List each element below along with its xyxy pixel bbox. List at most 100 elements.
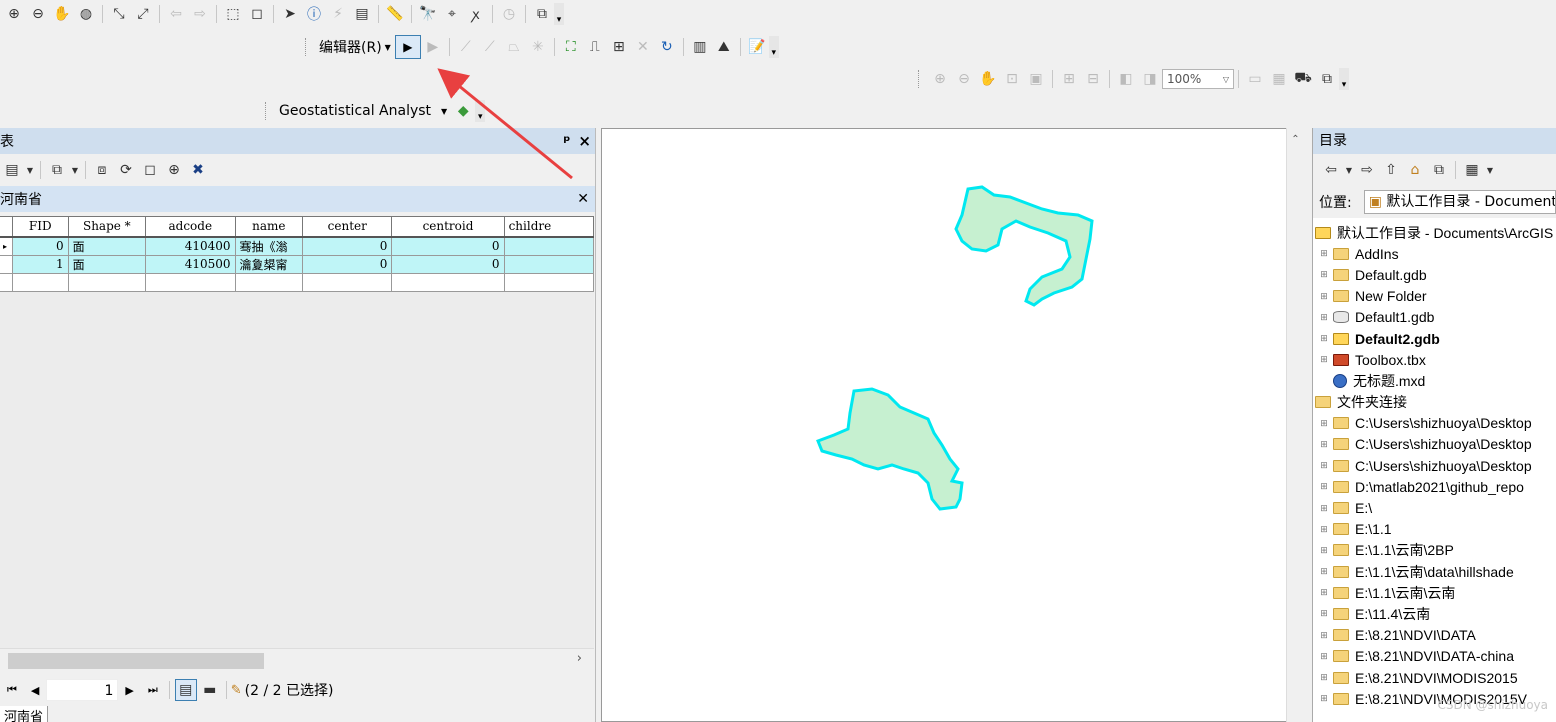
cell[interactable]: [11, 272, 69, 292]
cell-name[interactable]: 骞抽《滃: [234, 236, 304, 256]
expand-icon[interactable]: ⊞: [1319, 333, 1329, 344]
scrollbar-thumb[interactable]: [8, 653, 264, 669]
expand-icon[interactable]: ⊞: [1319, 524, 1329, 535]
expand-icon[interactable]: ⊞: [1319, 630, 1329, 641]
toolbar-grip[interactable]: [305, 38, 309, 56]
cell-children[interactable]: [503, 254, 594, 274]
back-icon[interactable]: ⇦: [1320, 159, 1342, 181]
select-features-icon[interactable]: ⬚: [222, 3, 244, 25]
table-tab-header[interactable]: 河南省 ✕: [0, 186, 595, 212]
create-features-icon[interactable]: 📝: [746, 36, 768, 58]
tree-item[interactable]: ⊞ C:\Users\shizhuoya\Desktop: [1313, 434, 1556, 455]
full-extent-icon[interactable]: ◍: [75, 3, 97, 25]
toggle-draft-mode-icon[interactable]: ▭: [1244, 68, 1266, 90]
clear-selection-icon[interactable]: ◻: [246, 3, 268, 25]
cell[interactable]: [302, 272, 393, 292]
layout-zoom-in-icon[interactable]: ⊕: [929, 68, 951, 90]
close-tab-icon[interactable]: ✕: [577, 191, 589, 207]
cell[interactable]: [234, 272, 304, 292]
column-header[interactable]: center: [302, 216, 393, 238]
row-selector[interactable]: [0, 272, 13, 292]
find-icon[interactable]: 🔭: [417, 3, 439, 25]
expand-icon[interactable]: ⊞: [1319, 291, 1329, 302]
measure-icon[interactable]: 📏: [384, 3, 406, 25]
toolbar-options-icon[interactable]: ▾: [475, 100, 486, 122]
straight-segment-icon[interactable]: ⟋: [455, 36, 477, 58]
tree-item[interactable]: ⊞ E:\1.1: [1313, 519, 1556, 540]
pan-icon[interactable]: ✋: [51, 3, 73, 25]
chevron-down-icon[interactable]: ▼: [70, 159, 80, 181]
focus-data-frame-icon[interactable]: ▦: [1268, 68, 1290, 90]
expand-icon[interactable]: ⊞: [1319, 248, 1329, 259]
expand-icon[interactable]: ⊞: [1319, 651, 1329, 662]
sketch-properties-icon[interactable]: ⛰: [713, 36, 735, 58]
column-header[interactable]: Shape *: [67, 216, 147, 238]
go-to-xy-icon[interactable]: ꭗ: [465, 3, 487, 25]
tree-item-home[interactable]: 默认工作目录 - Documents\ArcGIS: [1313, 222, 1556, 243]
cell-centroid[interactable]: 0: [391, 236, 505, 256]
end-point-arc-icon[interactable]: ⟋: [479, 36, 501, 58]
tree-item[interactable]: ⊞ New Folder: [1313, 286, 1556, 307]
tree-item[interactable]: ⊞ E:\: [1313, 497, 1556, 518]
back-extent-icon[interactable]: ◧: [1115, 68, 1137, 90]
related-tables-icon[interactable]: ⧉: [46, 159, 68, 181]
layout-pan-icon[interactable]: ✋: [977, 68, 999, 90]
time-slider-icon[interactable]: ◷: [498, 3, 520, 25]
split-icon[interactable]: ✕: [632, 36, 654, 58]
close-icon[interactable]: ×: [578, 132, 591, 150]
cell-center[interactable]: 0: [302, 254, 393, 274]
cell[interactable]: [503, 272, 594, 292]
cell-shape[interactable]: 面: [67, 236, 147, 256]
tree-item-folder-connections[interactable]: 文件夹连接: [1313, 392, 1556, 413]
zoom-100-icon[interactable]: ▣: [1025, 68, 1047, 90]
expand-icon[interactable]: ⊞: [1319, 312, 1329, 323]
zoom-level-select[interactable]: 100% ▽: [1162, 69, 1234, 89]
cell-adcode[interactable]: 410500: [145, 254, 236, 274]
expand-icon[interactable]: ⊞: [1319, 418, 1329, 429]
views-icon[interactable]: ▦: [1461, 159, 1483, 181]
expand-icon[interactable]: ⊞: [1319, 503, 1329, 514]
switch-selection-icon[interactable]: ⟳: [115, 159, 137, 181]
map-vertical-scrollbar[interactable]: ⌃: [1286, 128, 1304, 722]
geostatistical-analyst-menu[interactable]: Geostatistical Analyst ▼: [275, 103, 451, 119]
zoom-in-icon[interactable]: ⊕: [3, 3, 25, 25]
zoom-whole-page-icon[interactable]: ⊡: [1001, 68, 1023, 90]
row-selector[interactable]: [0, 254, 13, 274]
toolbar-grip[interactable]: [918, 70, 922, 88]
toolbar-options-icon[interactable]: ▾: [768, 36, 779, 58]
rotate-icon[interactable]: ↻: [656, 36, 678, 58]
expand-icon[interactable]: ⊞: [1319, 269, 1329, 280]
delete-selected-icon[interactable]: ✖: [187, 159, 209, 181]
cell[interactable]: [67, 272, 147, 292]
location-input[interactable]: ▣ 默认工作目录 - Documents\ArcGIS: [1363, 190, 1556, 214]
bottom-table-tab[interactable]: 河南省: [0, 706, 49, 722]
table-row[interactable]: 1 面 410500 瀹夐槼甯 0 0: [0, 254, 594, 274]
expand-icon[interactable]: ⊞: [1319, 587, 1329, 598]
change-layout-icon[interactable]: ⛟: [1292, 68, 1314, 90]
tree-item[interactable]: ⊞ Default.gdb: [1313, 264, 1556, 285]
column-header[interactable]: childre: [503, 216, 594, 238]
zoom-to-selected-icon[interactable]: ⊕: [163, 159, 185, 181]
expand-icon[interactable]: ⊞: [1319, 460, 1329, 471]
tree-item[interactable]: ⊞ E:\8.21\NDVI\MODIS2015: [1313, 667, 1556, 688]
last-record-icon[interactable]: ⏭: [141, 683, 165, 697]
polygon-feature-north[interactable]: [954, 185, 1094, 307]
tree-item[interactable]: ⊞ D:\matlab2021\github_repo: [1313, 476, 1556, 497]
tree-item[interactable]: ⊞ E:\11.4\云南: [1313, 603, 1556, 624]
select-elements-icon[interactable]: ➤: [279, 3, 301, 25]
show-selected-records-icon[interactable]: ▬: [199, 679, 221, 701]
cell-children[interactable]: [503, 236, 594, 256]
column-header[interactable]: adcode: [145, 216, 236, 238]
back-icon[interactable]: ⇦: [165, 3, 187, 25]
tree-item[interactable]: ⊞ E:\1.1\云南\data\hillshade: [1313, 561, 1556, 582]
tree-item[interactable]: 无标题.mxd: [1313, 370, 1556, 391]
previous-record-icon[interactable]: ◀: [24, 684, 46, 697]
tree-item[interactable]: ⊞ E:\1.1\云南\2BP: [1313, 540, 1556, 561]
select-by-attributes-icon[interactable]: ⧈: [91, 159, 113, 181]
fixed-zoom-in-icon[interactable]: ⊞: [1058, 68, 1080, 90]
horizontal-scrollbar[interactable]: ›: [0, 648, 594, 672]
toolbar-grip[interactable]: [265, 102, 269, 120]
editor-menu[interactable]: 编辑器(R) ▼: [315, 37, 395, 57]
expand-icon[interactable]: ⊞: [1319, 439, 1329, 450]
connect-folder-icon[interactable]: ⧉: [1428, 159, 1450, 181]
